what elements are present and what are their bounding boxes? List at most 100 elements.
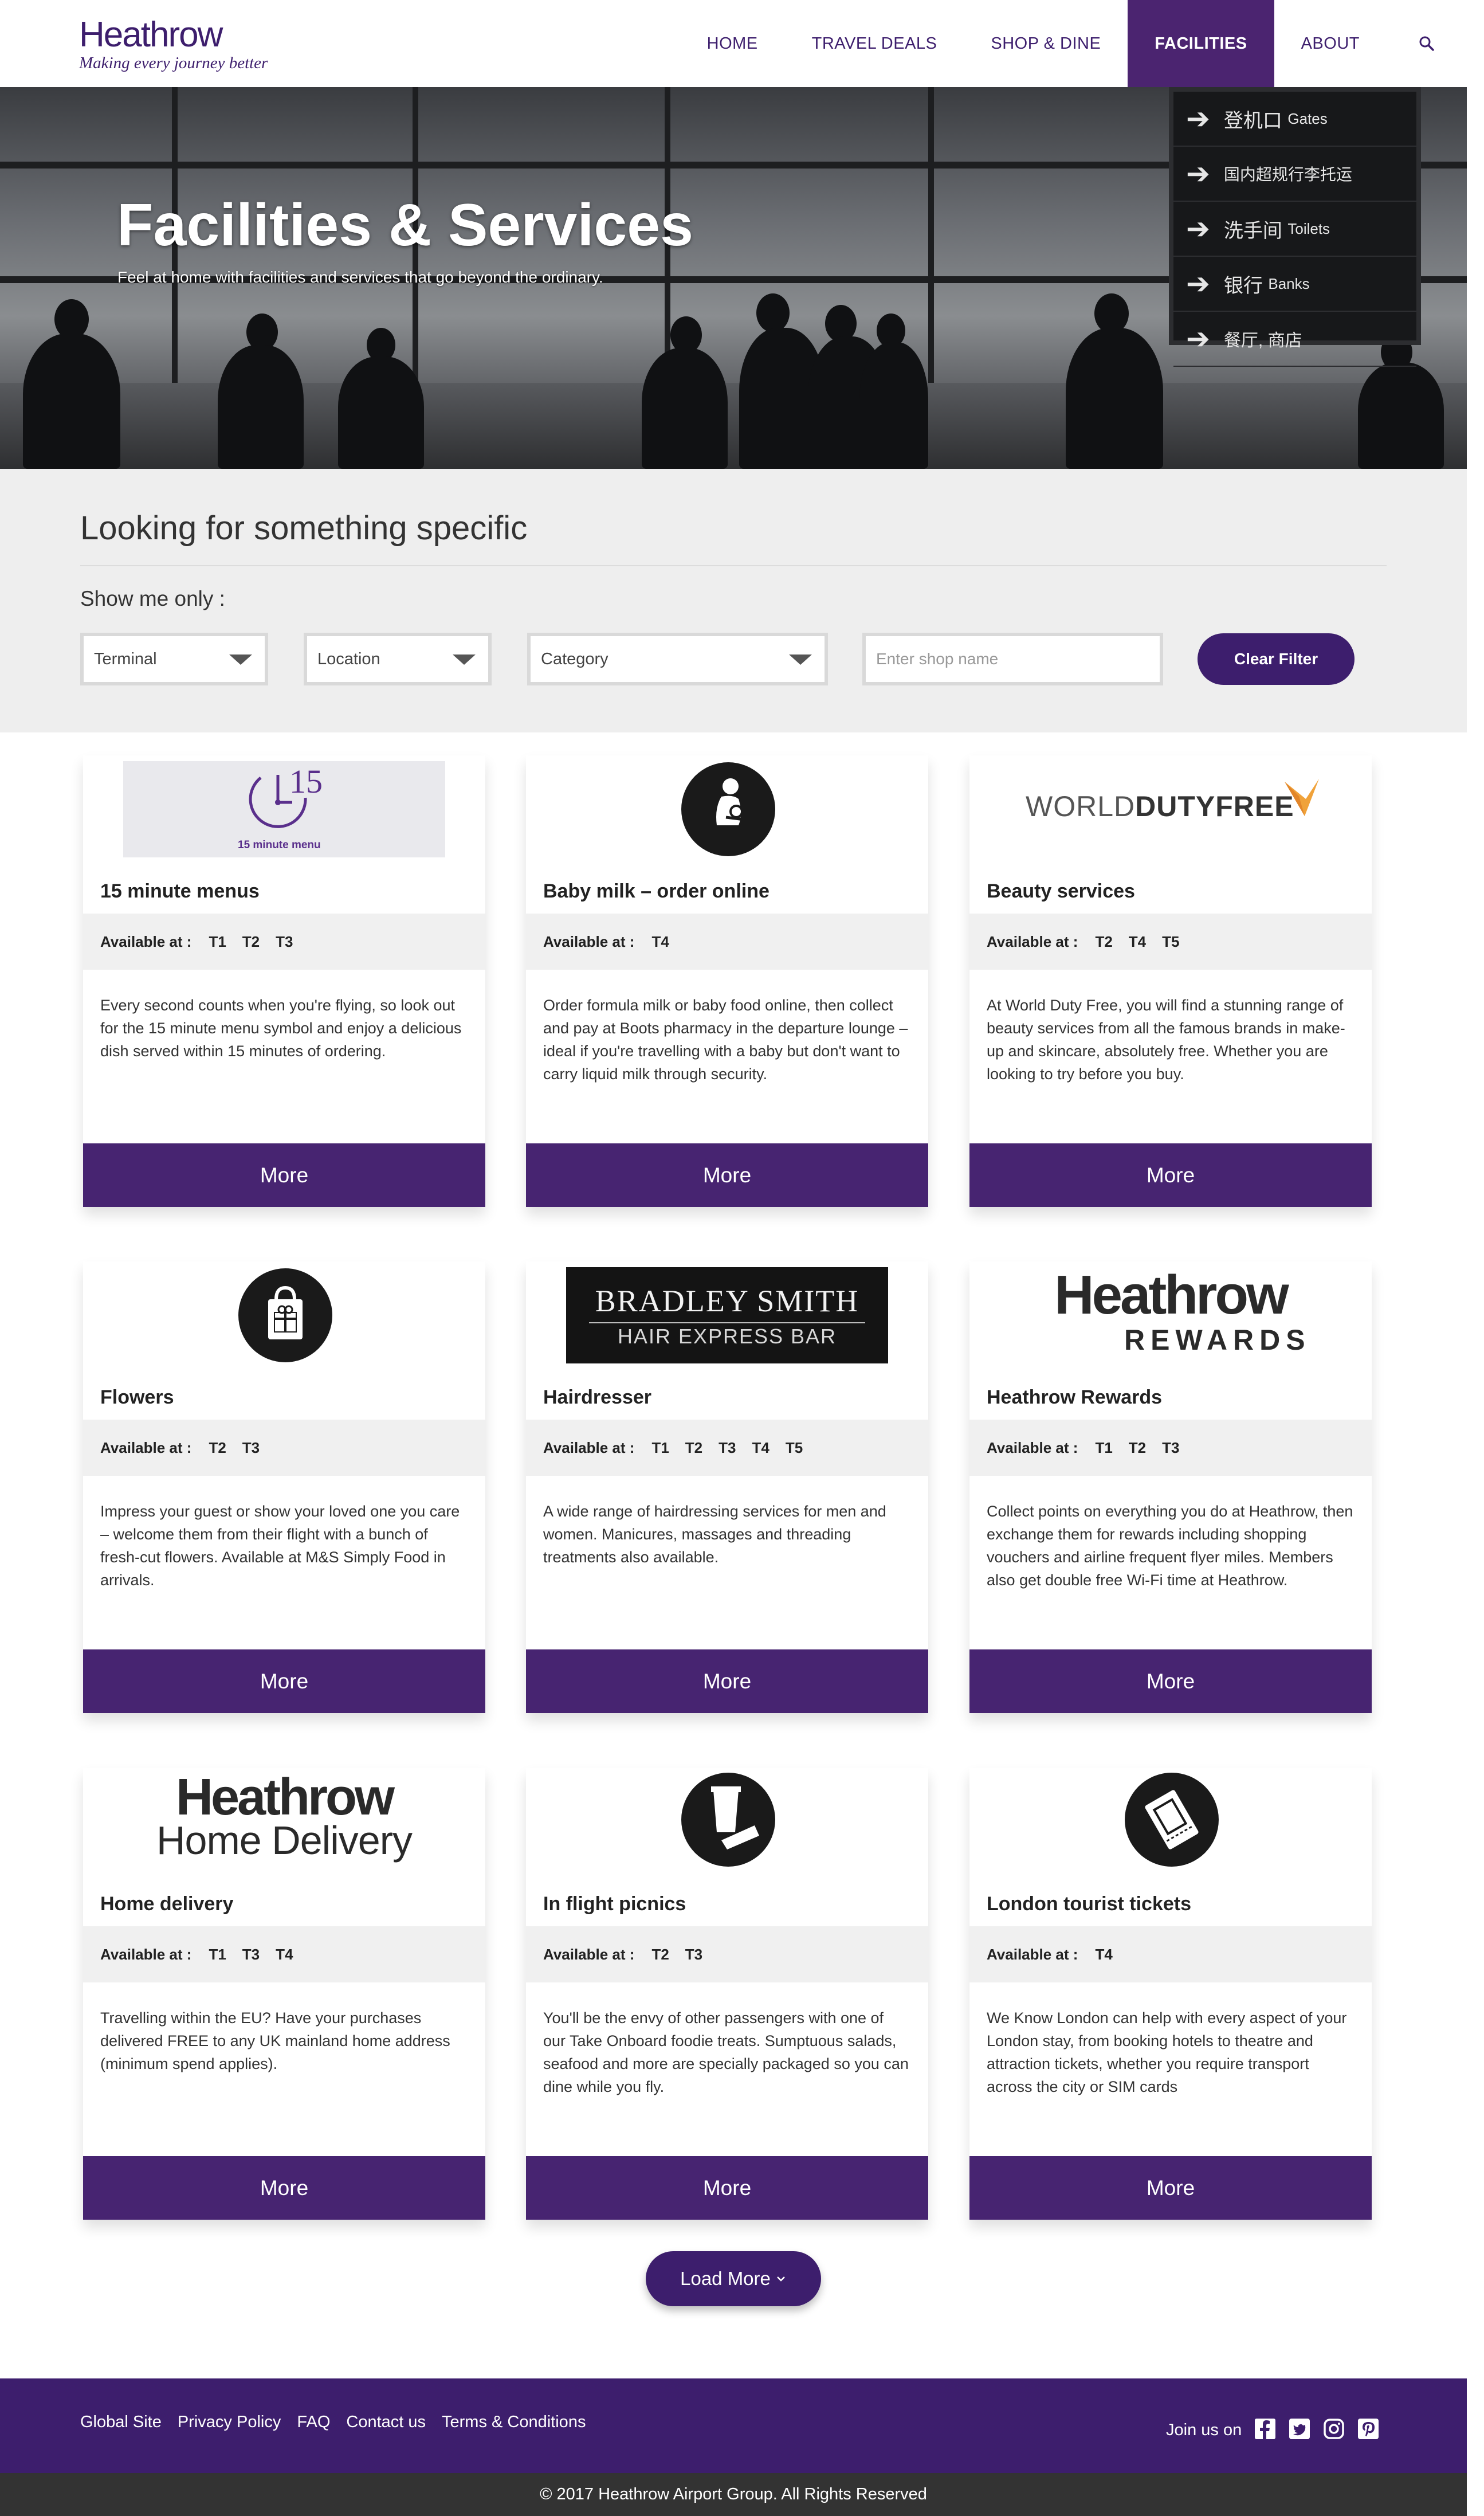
card-title: Hairdresser — [543, 1386, 652, 1408]
card-media: 15 15 minute menu — [83, 755, 485, 864]
card-availability: Available at : T1 T2 T3 — [83, 914, 485, 970]
chevron-down-icon — [776, 2276, 785, 2282]
footer-link-faq[interactable]: FAQ — [297, 2413, 330, 2432]
available-label: Available at : — [987, 1945, 1078, 1963]
filter-divider — [80, 565, 1387, 566]
logo-caption: 15 minute menu — [238, 839, 321, 851]
facility-card: Baby milk – order online Available at : … — [526, 755, 928, 1207]
card-availability: Available at : T2 T4 T5 — [969, 914, 1372, 970]
twitter-icon[interactable] — [1288, 2417, 1311, 2440]
join-us-label: Join us on — [1166, 2421, 1242, 2439]
terminal-select-value: Terminal — [94, 649, 157, 668]
nav-search-button[interactable] — [1387, 0, 1467, 87]
hero-banner: ➔ 登机口 Gates ➔ 国内超规行李托运 ➔ 洗手间 Toilets ➔ 银行 Ba… — [0, 87, 1467, 469]
site-footer: Global Site Privacy Policy FAQ Contact u… — [0, 2378, 1467, 2473]
sign-row: ➔ 餐厅, 商店 — [1173, 312, 1416, 367]
available-label: Available at : — [100, 1439, 192, 1456]
card-media — [969, 1768, 1372, 1877]
nav-about[interactable]: ABOUT — [1274, 0, 1387, 87]
category-select[interactable]: Category — [527, 633, 828, 685]
terminal-tag: T3 — [1162, 1439, 1180, 1456]
footer-links: Global Site Privacy Policy FAQ Contact u… — [80, 2413, 602, 2432]
sign-row: ➔ 洗手间 Toilets — [1173, 202, 1416, 257]
available-label: Available at : — [100, 932, 192, 950]
world-duty-free-logo: WORLDDUTYFREE — [1026, 790, 1294, 823]
logo-text: Heathrow — [1054, 1264, 1289, 1326]
logo-divider — [589, 1322, 865, 1323]
card-description: Order formula milk or baby food online, … — [543, 997, 908, 1083]
search-icon — [1419, 36, 1434, 51]
footer-link-terms[interactable]: Terms & Conditions — [442, 2413, 586, 2432]
more-button[interactable]: More — [526, 1649, 928, 1713]
card-media: WORLDDUTYFREE — [969, 755, 1372, 864]
gift-bag-icon — [238, 1268, 332, 1362]
logo-text: Home Delivery — [156, 1818, 413, 1863]
more-button[interactable]: More — [526, 2156, 928, 2220]
available-label: Available at : — [543, 1945, 635, 1963]
more-button[interactable]: More — [83, 2156, 485, 2220]
nav-facilities[interactable]: FACILITIES — [1128, 0, 1274, 87]
card-availability: Available at : T1 T2 T3 T4 T5 — [526, 1420, 928, 1476]
footer-link-privacy-policy[interactable]: Privacy Policy — [178, 2413, 281, 2432]
more-button[interactable]: More — [83, 1649, 485, 1713]
card-media — [526, 755, 928, 864]
terminal-tag: T3 — [685, 1945, 703, 1963]
available-label: Available at : — [543, 932, 635, 950]
card-description: Every second counts when you're flying, … — [100, 997, 462, 1060]
terminal-tag: T2 — [651, 1945, 669, 1963]
nav-home[interactable]: HOME — [680, 0, 785, 87]
available-label: Available at : — [987, 932, 1078, 950]
card-media: Heathrow REWARDS — [969, 1261, 1372, 1370]
location-select[interactable]: Location — [304, 633, 492, 685]
facility-card: BRADLEY SMITH HAIR EXPRESS BAR Hairdress… — [526, 1261, 928, 1713]
available-label: Available at : — [100, 1945, 192, 1963]
card-title: 15 minute menus — [100, 880, 260, 902]
nav-shop-dine[interactable]: SHOP & DINE — [964, 0, 1128, 87]
shop-name-input[interactable] — [862, 633, 1163, 685]
load-more-button[interactable]: Load More — [646, 2251, 821, 2306]
card-description: A wide range of hairdressing services fo… — [543, 1503, 886, 1566]
more-button[interactable]: More — [526, 1143, 928, 1207]
more-button[interactable]: More — [969, 2156, 1372, 2220]
page-title: Facilities & Services — [117, 192, 693, 258]
silhouette-person — [859, 342, 928, 469]
picnic-cup-icon — [681, 1773, 775, 1867]
facility-card: 15 15 minute menu 15 minute menus Availa… — [83, 755, 485, 1207]
silhouette-person — [1066, 328, 1163, 469]
logo-text: DUTY — [1135, 790, 1216, 822]
card-title: Flowers — [100, 1386, 174, 1408]
bradley-smith-logo: BRADLEY SMITH HAIR EXPRESS BAR — [566, 1267, 888, 1363]
available-label: Available at : — [543, 1439, 635, 1456]
site-header: Heathrow Making every journey better HOM… — [0, 0, 1467, 87]
card-media: Heathrow Home Delivery — [83, 1768, 485, 1877]
facebook-icon[interactable] — [1254, 2417, 1277, 2440]
footer-link-global-site[interactable]: Global Site — [80, 2413, 162, 2432]
more-button[interactable]: More — [969, 1143, 1372, 1207]
heathrow-logo[interactable]: Heathrow Making every journey better — [79, 17, 268, 73]
clear-filter-button[interactable]: Clear Filter — [1198, 633, 1355, 685]
card-availability: Available at : T4 — [969, 1926, 1372, 1982]
copyright-bar: © 2017 Heathrow Airport Group. All Right… — [0, 2473, 1467, 2516]
silhouette-person — [1358, 362, 1444, 469]
card-title: Baby milk – order online — [543, 880, 770, 902]
terminal-tag: T4 — [752, 1439, 770, 1456]
pinterest-icon[interactable] — [1357, 2417, 1380, 2440]
sign-row: ➔ 登机口 Gates — [1173, 92, 1416, 147]
more-button[interactable]: More — [83, 1143, 485, 1207]
logo-wordmark: Heathrow — [79, 15, 223, 54]
footer-link-contact-us[interactable]: Contact us — [346, 2413, 426, 2432]
silhouette-person — [23, 334, 120, 469]
logo-number: 15 — [289, 763, 323, 800]
silhouette-person — [338, 356, 424, 469]
ticket-icon — [1125, 1773, 1219, 1867]
terminal-select[interactable]: Terminal — [80, 633, 268, 685]
card-availability: Available at : T2 T3 — [83, 1420, 485, 1476]
chevron-down-icon — [789, 655, 812, 665]
instagram-icon[interactable] — [1322, 2417, 1345, 2440]
card-title: Beauty services — [987, 880, 1135, 902]
more-button[interactable]: More — [969, 1649, 1372, 1713]
card-availability: Available at : T2 T3 — [526, 1926, 928, 1982]
filter-label: Show me only : — [80, 587, 225, 610]
nav-travel-deals[interactable]: TRAVEL DEALS — [785, 0, 964, 87]
card-title: Home delivery — [100, 1893, 234, 1915]
